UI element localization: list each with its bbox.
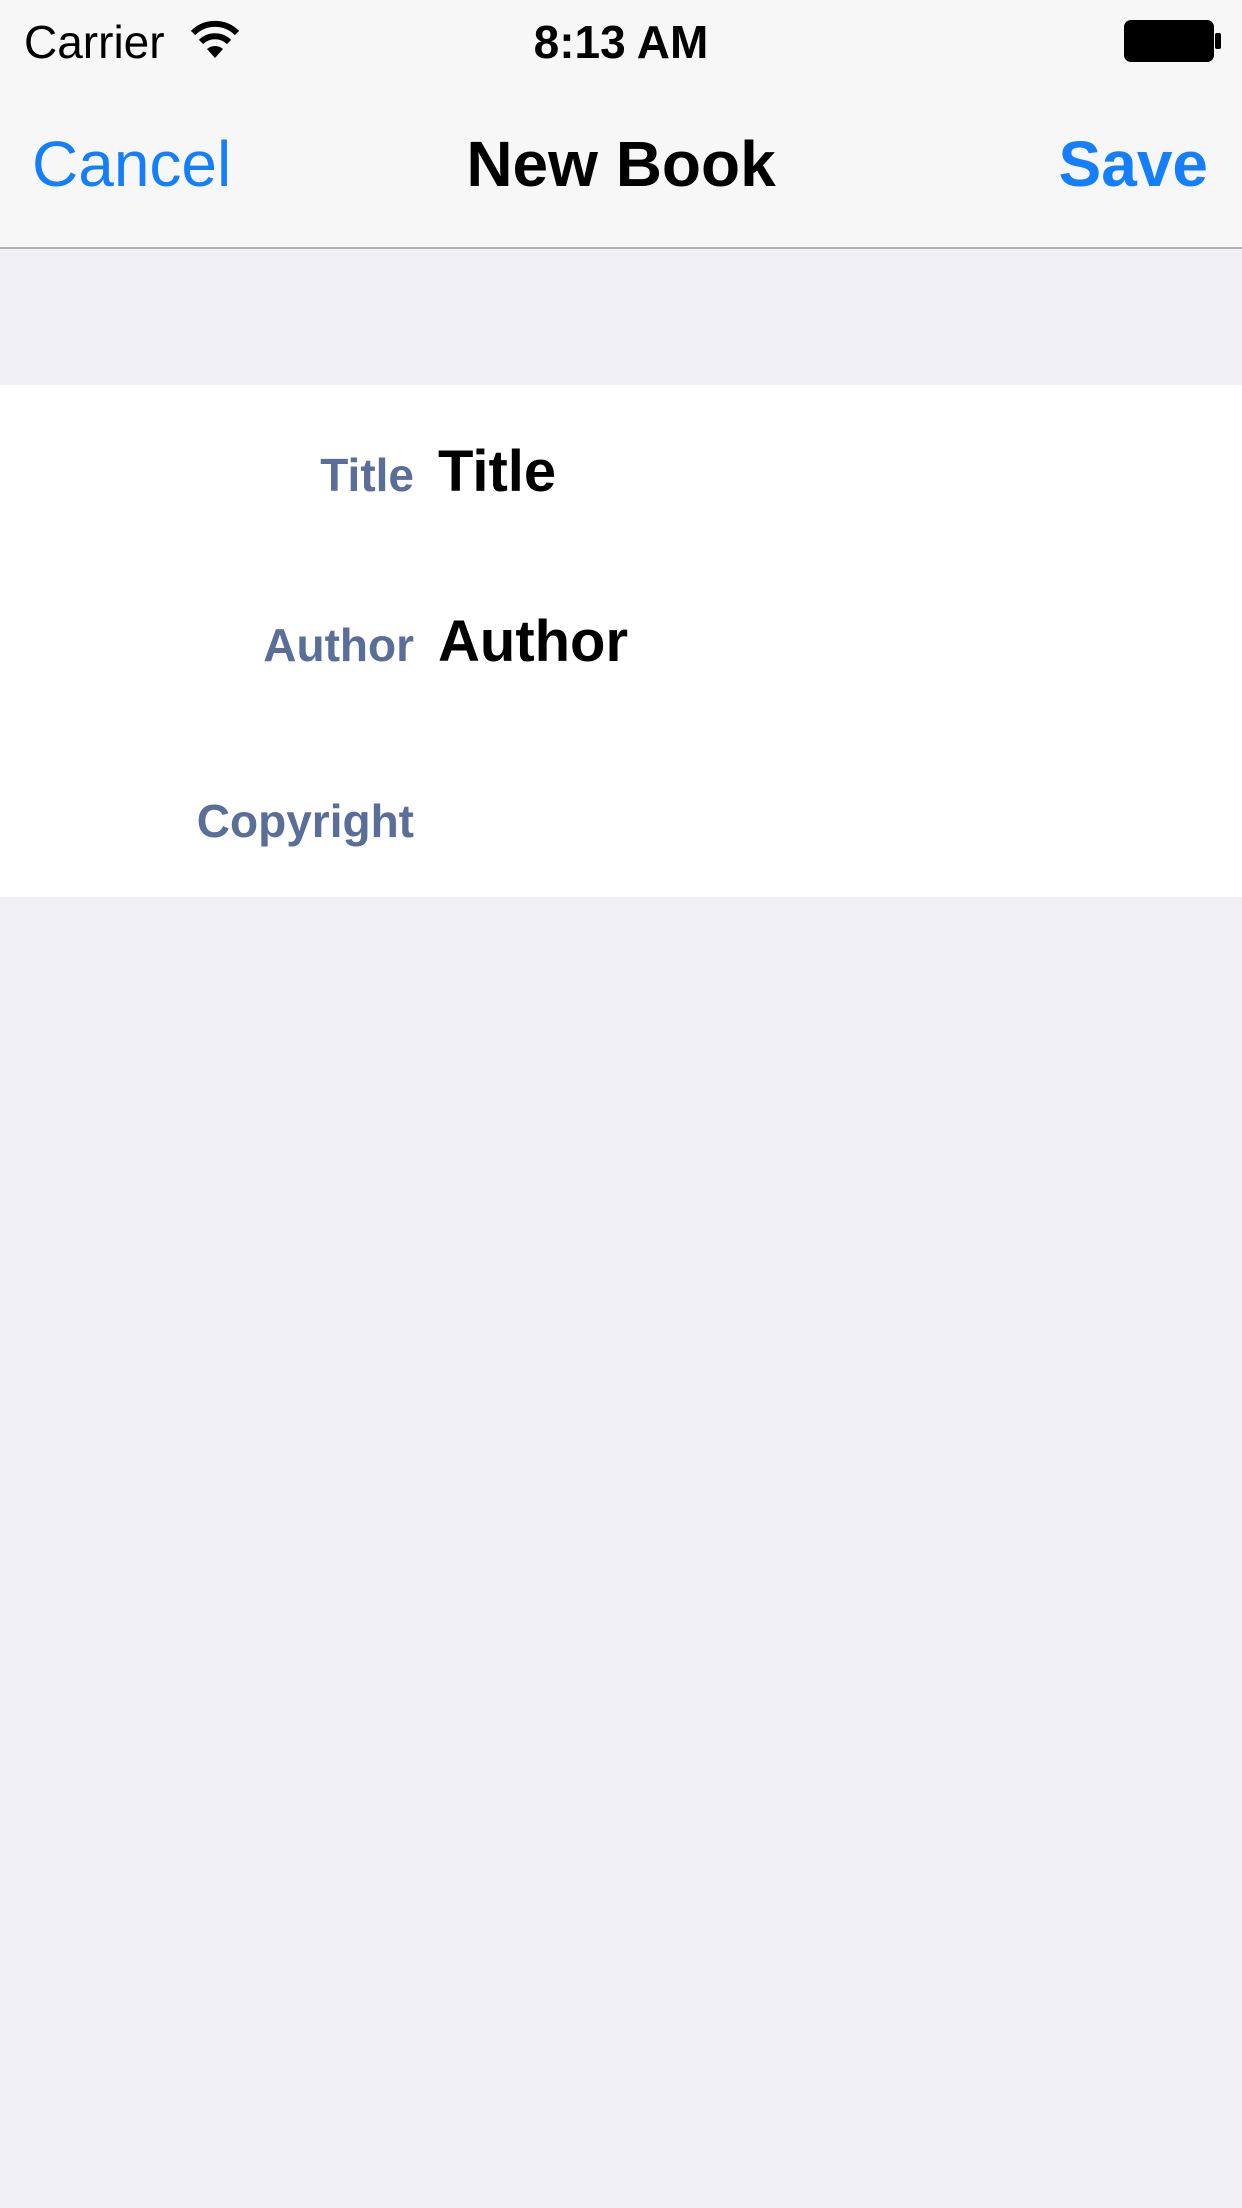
author-field-label: Author: [263, 619, 414, 671]
screen: Carrier 8:13 AM Cancel New Book Save Tit…: [0, 0, 1242, 2208]
battery-icon: [1124, 20, 1222, 62]
status-bar: Carrier 8:13 AM: [0, 0, 1242, 82]
book-form: Title Title Author Author Copyright: [0, 385, 1242, 897]
top-bar: Carrier 8:13 AM Cancel New Book Save: [0, 0, 1242, 249]
form-row-author: Author Author: [0, 555, 1242, 725]
title-field[interactable]: Title: [438, 438, 1198, 505]
save-button[interactable]: Save: [1059, 126, 1208, 202]
author-field[interactable]: Author: [438, 608, 1198, 675]
form-row-title: Title Title: [0, 385, 1242, 555]
title-field-label: Title: [320, 449, 414, 501]
status-time: 8:13 AM: [533, 16, 709, 68]
navigation-bar: Cancel New Book Save: [0, 82, 1242, 247]
form-row-copyright: Copyright: [0, 725, 1242, 895]
copyright-field-label: Copyright: [196, 795, 414, 847]
page-title: New Book: [466, 128, 776, 200]
